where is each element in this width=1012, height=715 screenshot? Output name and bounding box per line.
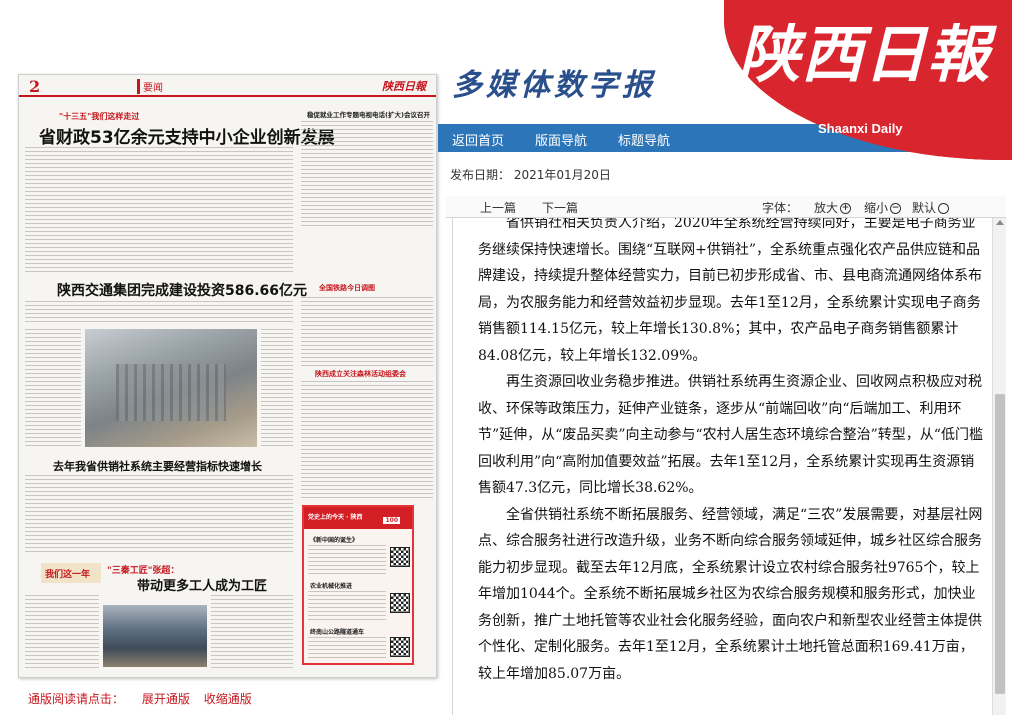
brand-english: Shaanxi Daily [818,121,903,136]
yellow-strip: 我们这一年 [41,563,101,583]
qr-code-icon [390,637,410,657]
headline-main[interactable]: 省财政53亿余元支持中小企业创新发展 [39,123,335,148]
article-body[interactable]: 省供销社相关负责人介绍，2020年全系统经营持续向好，主要是电子商务业务继续保持… [452,218,990,715]
article-text-block [308,637,386,661]
shrink-font-button[interactable]: 缩小 − [864,199,902,216]
article-text-block[interactable] [25,329,81,447]
collapse-layout-link[interactable]: 收缩通版 [204,692,252,706]
right-column-headline[interactable]: 稳促就业工作专题电视电话(扩大)会议召开 [307,109,430,119]
worker-photo[interactable] [103,605,207,667]
newspaper-panel: 2 要闻 陕西日報 "十三五"我们这样走过 省财政53亿余元支持中小企业创新发展… [0,0,438,715]
qr-code-icon [390,593,410,613]
article-toolbar: 上一篇 下一篇 字体： 放大 + 缩小 − 默认 [446,196,1006,218]
layout-links: 通版阅读请点击： 展开通版 收缩通版 [28,690,262,707]
headline-transport[interactable]: 陕西交通集团完成建设投资586.66亿元 [57,280,307,300]
history-item-2: 农业机械化推进 [310,583,353,590]
party-history-badge: 100 [383,517,400,524]
headline-craftsman[interactable]: 带动更多工人成为工匠 [137,575,267,594]
publish-date: 发布日期： 2021年01月20日 [450,166,611,183]
layout-label: 通版阅读请点击： [28,692,125,706]
digital-paper-title: 多媒体数字报 [452,68,656,103]
paper-header: 2 要闻 陕西日報 [19,75,436,97]
article-text-block[interactable] [301,297,433,367]
default-label: 默认 [912,201,937,215]
article-text-block[interactable] [25,301,293,325]
section-tag: 要闻 [137,79,163,94]
article-scrollbar[interactable] [992,218,1006,715]
article-text-block[interactable] [25,147,293,273]
font-size-label: 字体： [762,201,799,215]
party-history-title: 党史上的今天 · 陕西 [308,514,363,521]
newspaper-page-image[interactable]: 2 要闻 陕西日報 "十三五"我们这样走过 省财政53亿余元支持中小企业创新发展… [18,74,437,678]
article-text-block[interactable] [25,595,99,671]
publish-date-value: 2021年01月20日 [513,168,611,182]
scroll-up-arrow-icon[interactable] [996,220,1004,225]
next-article-link[interactable]: 下一篇 [542,199,578,216]
nav-home-link[interactable]: 返回首页 [452,130,504,149]
page-number: 2 [29,77,41,96]
shrink-label: 缩小 [864,201,889,215]
scroll-thumb[interactable] [995,394,1005,694]
nav-layout-link[interactable]: 版面导航 [535,130,587,149]
publish-date-label: 发布日期： [450,168,511,182]
headline-coop[interactable]: 去年我省供销社系统主要经营指标快速增长 [53,458,262,474]
article-paragraph-2: 再生资源回收业务稳步推进。供销社系统再生资源企业、回收网点积极应对税收、环保等政… [478,374,983,496]
article-text-block[interactable] [301,121,433,229]
article-text-block [308,545,386,575]
plus-circle-icon: + [840,203,852,214]
article-text-block[interactable] [301,381,433,499]
nav-title-link[interactable]: 标题导航 [618,130,670,149]
party-history-box[interactable]: 党史上的今天 · 陕西 100 《新中国的诞生》 农业机械化推进 终南山公路隧道… [302,505,414,665]
yellow-strip-label: 我们这一年 [45,570,91,580]
article-text-block[interactable] [25,475,293,555]
circle-icon [938,203,950,214]
prev-article-link[interactable]: 上一篇 [480,199,516,216]
forest-headline[interactable]: 陕西成立关注森林活动组委会 [315,369,406,379]
expand-layout-link[interactable]: 展开通版 [142,692,190,706]
construction-photo[interactable] [85,329,257,447]
party-history-banner: 党史上的今天 · 陕西 100 [304,507,412,529]
paper-logo: 陕西日報 [382,80,426,93]
enlarge-label: 放大 [814,201,839,215]
default-font-button[interactable]: 默认 [912,199,950,216]
article-paragraph-1: 省供销社相关负责人介绍，2020年全系统经营持续向好，主要是电子商务业务继续保持… [478,218,982,364]
brand-logo: 陕西日報 [738,18,991,91]
article-content: 省供销社相关负责人介绍，2020年全系统经营持续向好，主要是电子商务业务继续保持… [478,218,983,687]
article-text-block[interactable] [211,595,293,671]
page: 2 要闻 陕西日報 "十三五"我们这样走过 省财政53亿余元支持中小企业创新发展… [0,0,1012,715]
railway-headline[interactable]: 全国铁路今日调图 [319,283,375,293]
article-paragraph-3: 全省供销社系统不断拓展服务、经营领域，满足“三农”发展需要，对基层社网点、综合服… [478,506,983,682]
history-item-3: 终南山公路隧道通车 [310,629,365,636]
history-item-1: 《新中国的诞生》 [310,537,359,544]
article-text-block[interactable] [261,329,293,447]
article-text-block [308,591,386,621]
enlarge-font-button[interactable]: 放大 + [814,199,852,216]
minus-circle-icon: − [890,203,902,214]
qr-code-icon [390,547,410,567]
kicker-text[interactable]: "十三五"我们这样走过 [59,111,139,122]
